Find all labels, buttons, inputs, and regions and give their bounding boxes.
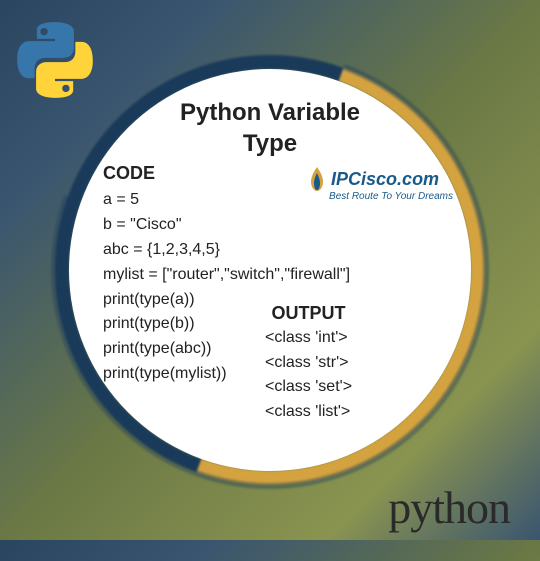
brand-tagline: Best Route To Your Dreams [329, 191, 453, 202]
output-line: <class 'set'> [265, 375, 352, 400]
brand-name: IPCisco.com [331, 169, 439, 190]
page-title: Python Variable Type [97, 97, 443, 159]
white-content-area: Python Variable Type CODE a = 5 b = "Cis… [69, 69, 471, 471]
code-line: b = "Cisco" [103, 213, 443, 238]
output-line: <class 'str'> [265, 351, 352, 376]
title-line-1: Python Variable [180, 99, 360, 126]
brand-logo: IPCisco.com Best Route To Your Dreams [307, 167, 453, 202]
code-line: mylist = ["router","switch","firewall"] [103, 263, 443, 288]
python-wordmark: python [388, 481, 510, 534]
title-line-2: Type [243, 130, 297, 157]
output-heading: OUTPUT [265, 303, 352, 324]
output-line: <class 'list'> [265, 400, 352, 425]
code-line: abc = {1,2,3,4,5} [103, 238, 443, 263]
flame-icon [307, 167, 327, 191]
content-circle: Python Variable Type CODE a = 5 b = "Cis… [55, 55, 485, 485]
output-block: OUTPUT <class 'int'> <class 'str'> <clas… [265, 303, 352, 425]
output-line: <class 'int'> [265, 326, 352, 351]
